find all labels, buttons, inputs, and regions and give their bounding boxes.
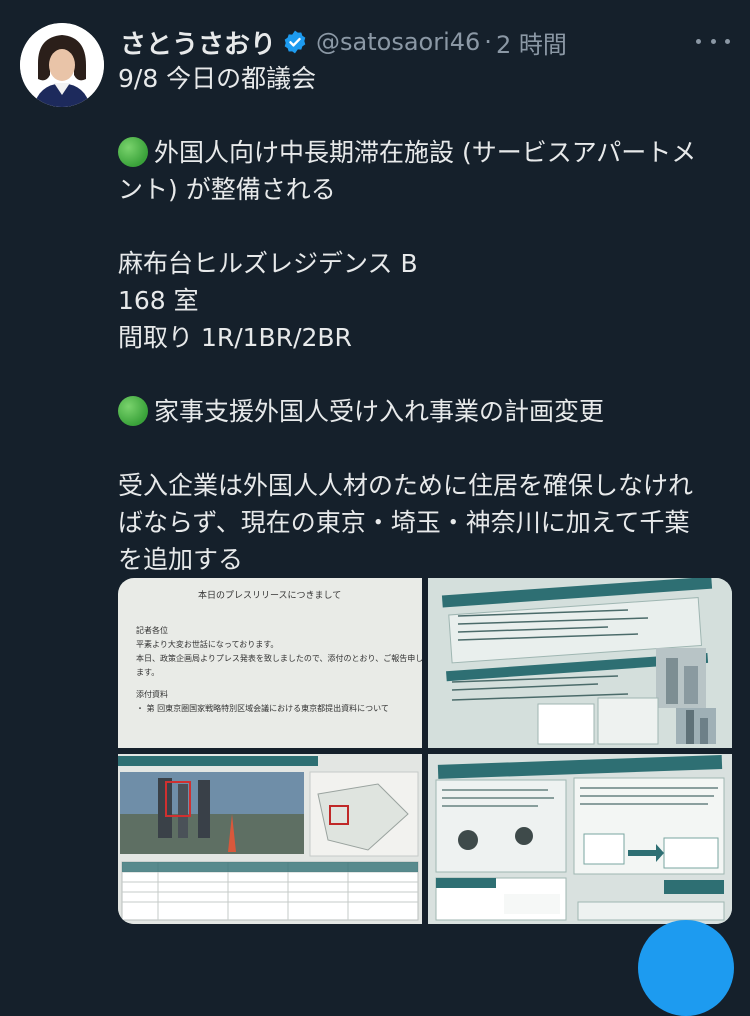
- press-title: 本日のプレスリリースにつきまして: [198, 591, 342, 601]
- photo-document-overview[interactable]: [428, 578, 732, 748]
- photo-project-map[interactable]: [118, 754, 422, 924]
- media-grid: 本日のプレスリリースにつきまして 記者各位 平素より大変お世話になっております。…: [118, 578, 732, 924]
- tweet-line: 外国人向け中長期滞在施設 (サービスアパートメ: [118, 134, 733, 171]
- tweet-text: 9/8 今日の都議会 外国人向け中長期滞在施設 (サービスアパートメ ント) が…: [118, 60, 733, 578]
- display-name[interactable]: さとうさおり: [120, 24, 276, 61]
- compose-button[interactable]: [638, 920, 734, 1016]
- tweet-line: 麻布台ヒルズレジデンス B: [118, 249, 418, 278]
- tweet-line: 間取り 1R/1BR/2BR: [118, 323, 352, 352]
- tweet-line: 受入企業は外国人人材のために住居を確保しなけれ: [118, 471, 694, 500]
- green-circle-icon: [118, 396, 148, 426]
- avatar-photo: [20, 23, 104, 107]
- verified-badge-icon: [284, 30, 306, 54]
- tweet-header: さとうさおり @satosaori46 · 2 時間: [120, 22, 730, 62]
- timestamp[interactable]: 2 時間: [496, 25, 567, 60]
- tweet-line: ばならず、現在の東京・埼玉・神奈川に加えて千葉: [118, 508, 690, 537]
- project-map-image: [118, 754, 422, 924]
- tweet-line: 家事支援外国人受け入れ事業の計画変更: [118, 393, 733, 430]
- plan-document-image: [428, 754, 732, 924]
- avatar[interactable]: [20, 23, 104, 107]
- photo-press-release[interactable]: 本日のプレスリリースにつきまして 記者各位 平素より大変お世話になっております。…: [118, 578, 422, 748]
- green-circle-icon: [118, 137, 148, 167]
- tweet[interactable]: さとうさおり @satosaori46 · 2 時間 9/8 今日の都議会 外国…: [0, 0, 750, 1016]
- handle[interactable]: @satosaori46: [316, 28, 480, 56]
- document-image: [428, 578, 732, 748]
- press-body: 記者各位 平素より大変お世話になっております。 本日、政策企画局よりプレス発表を…: [136, 626, 422, 713]
- tweet-line: 168 室: [118, 286, 199, 315]
- more-options-icon[interactable]: [696, 26, 730, 56]
- photo-housework-support-plan[interactable]: [428, 754, 732, 924]
- tweet-line: ント) が整備される: [118, 175, 336, 204]
- tweet-line: を追加する: [118, 545, 244, 574]
- separator-dot: ·: [484, 28, 492, 56]
- tweet-line: 9/8 今日の都議会: [118, 64, 317, 93]
